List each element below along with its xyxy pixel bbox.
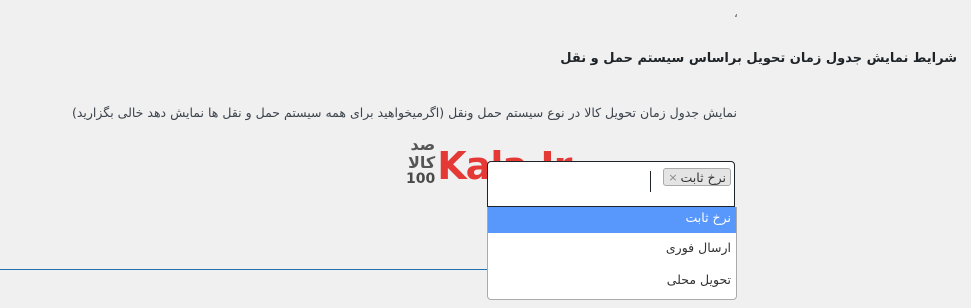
selected-tag-label: نرخ ثابت xyxy=(680,169,726,185)
section-heading: شرایط نمایش جدول زمان تحویل براساس سیستم… xyxy=(560,51,957,66)
option-local-pickup[interactable]: تحویل محلی xyxy=(488,267,736,297)
stray-mark: ، xyxy=(734,6,738,20)
watermark-left: صد کالا 100 xyxy=(406,135,436,187)
shipping-method-select[interactable]: نرخ ثابت × xyxy=(487,161,735,207)
tag-remove-icon[interactable]: × xyxy=(668,171,677,184)
field-description: نمایش جدول زمان تحویل کالا در نوع سیستم … xyxy=(71,105,737,120)
watermark-number: 100 xyxy=(406,171,436,187)
selected-tag: نرخ ثابت × xyxy=(663,168,731,186)
watermark-farsi: صد کالا xyxy=(408,135,436,172)
divider-line xyxy=(0,269,487,270)
option-express-shipping[interactable]: ارسال فوری xyxy=(488,235,736,265)
search-cursor[interactable] xyxy=(650,171,651,192)
select-dropdown: نرخ ثابت ارسال فوری تحویل محلی xyxy=(487,207,737,300)
option-flat-rate[interactable]: نرخ ثابت xyxy=(488,207,736,233)
